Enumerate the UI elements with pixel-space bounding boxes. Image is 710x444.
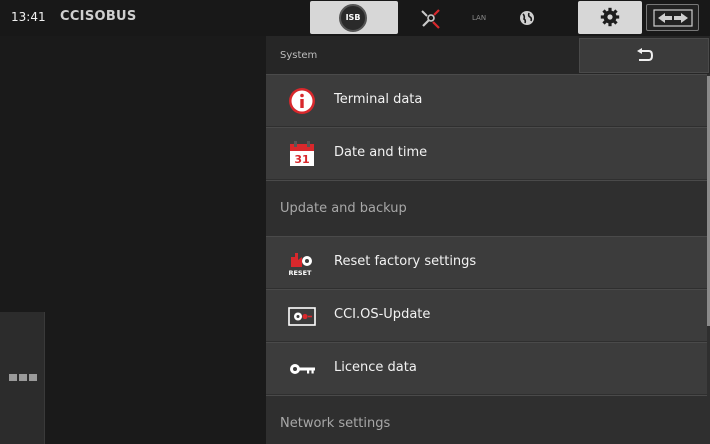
- tools-icon[interactable]: [420, 9, 442, 29]
- clock: 13:41: [11, 10, 46, 24]
- back-arrow-icon: [637, 48, 654, 61]
- settings-button[interactable]: [578, 1, 642, 34]
- key-icon: [290, 364, 315, 374]
- isb-button[interactable]: ISB: [310, 1, 398, 34]
- menu-item-label: Date and time: [334, 145, 428, 160]
- status-bar: 13:41 CCISOBUS ISB LAN: [0, 0, 710, 36]
- calendar-icon: 31: [290, 141, 314, 166]
- reset-text: RESET: [288, 269, 312, 277]
- menu-item-reset-factory[interactable]: RESET Reset factory settings: [266, 236, 707, 288]
- swap-arrows-icon: [653, 9, 693, 27]
- more-icon: [9, 374, 37, 381]
- section-update-backup: Update and backup: [266, 180, 707, 236]
- menu-item-date-time[interactable]: 31 Date and time: [266, 127, 707, 179]
- section-label: Network settings: [280, 416, 391, 431]
- panel-title: System: [280, 50, 318, 61]
- menu-item-terminal-data[interactable]: Terminal data: [266, 74, 707, 126]
- brand-logo: CCISOBUS: [60, 9, 137, 24]
- swap-view-button[interactable]: [646, 4, 699, 31]
- menu-item-os-update[interactable]: CCI.OS-Update: [266, 289, 707, 341]
- isb-icon: ISB: [339, 4, 367, 32]
- update-icon: [288, 307, 316, 326]
- calendar-day: 31: [294, 153, 309, 166]
- menu-item-label: CCI.OS-Update: [334, 307, 431, 322]
- system-settings-panel: System Terminal data 31 Date and time Up…: [266, 36, 710, 444]
- back-button[interactable]: [579, 38, 709, 73]
- menu-item-label: Licence data: [334, 360, 417, 375]
- menu-item-label: Reset factory settings: [334, 254, 477, 269]
- section-label: Update and backup: [280, 201, 407, 216]
- reset-factory-icon: RESET: [288, 253, 312, 277]
- menu-item-licence-data[interactable]: Licence data: [266, 342, 707, 394]
- lan-status: LAN: [472, 14, 487, 22]
- section-network-settings: Network settings: [266, 395, 707, 444]
- panel-header: System: [266, 36, 710, 74]
- menu-item-label: Terminal data: [334, 92, 423, 107]
- globe-icon[interactable]: [519, 10, 535, 26]
- gear-icon: [600, 7, 620, 27]
- side-drawer-handle[interactable]: [0, 312, 45, 444]
- info-icon: [289, 88, 315, 114]
